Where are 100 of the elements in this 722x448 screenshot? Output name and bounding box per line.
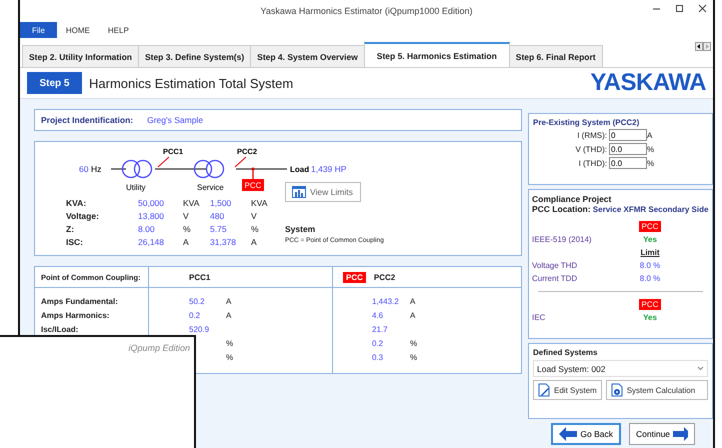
unit: %: [410, 353, 418, 362]
table-cell-text: 0.3: [372, 353, 384, 362]
unit: A: [251, 237, 258, 247]
unit: V: [251, 211, 258, 221]
unit: A: [226, 297, 232, 306]
input-field[interactable]: 0.0: [609, 157, 647, 169]
unit: %: [226, 339, 234, 348]
unit: KVA: [251, 198, 268, 208]
view-limits-button[interactable]: View Limits: [285, 182, 361, 202]
unit: A: [410, 311, 416, 320]
panel-title: Defined Systems: [533, 348, 598, 357]
unit: %: [647, 144, 656, 154]
table-cell-text: 21.7: [372, 325, 389, 334]
menu-item[interactable]: File: [20, 22, 57, 38]
column-header: PCC2: [374, 272, 396, 282]
row-label: Amps Fundamental:: [41, 297, 118, 306]
go-back-button[interactable]: Go Back: [551, 423, 621, 445]
limit-value: 8.0 %: [640, 261, 660, 270]
tab[interactable]: Step 2. Utility Information: [22, 45, 139, 67]
table-cell-text: 4.6: [372, 311, 384, 320]
row-label: Amps Harmonics:: [41, 311, 110, 320]
unit: A: [647, 130, 654, 140]
limit-label: Current TDD: [532, 274, 578, 283]
field-label: V (THD):: [574, 144, 607, 154]
pcc-marker: [158, 156, 170, 168]
row-label: Isc/ILoad:: [41, 325, 78, 334]
transformer-icon: [194, 160, 224, 178]
bar-chart-icon: [292, 186, 306, 198]
utility-value: 50,000: [138, 198, 165, 208]
load-label: Load: [290, 165, 310, 174]
table-cell-text: 1,443.2: [372, 297, 400, 306]
field-value: Service XFMR Secondary Side: [592, 205, 708, 214]
result-value: Yes: [643, 313, 657, 322]
scroll-left-icon[interactable]: [695, 42, 703, 51]
edit-icon: [538, 383, 550, 397]
transformer-label: Service: [197, 183, 224, 192]
window-title: Yaskawa Harmonics Estimator (iQpump1000 Edition): [260, 6, 472, 16]
panel-title: Compliance Project: [532, 194, 612, 204]
edition-caption: iQpump Edition: [128, 343, 190, 353]
standard-label: IEEE-519 (2014): [532, 235, 593, 244]
row-label: KVA:: [66, 198, 88, 208]
service-value: 31,378: [210, 237, 237, 247]
unit: Hz: [91, 164, 102, 174]
unit: %: [647, 158, 656, 168]
tab[interactable]: Step 4. System Overview: [250, 45, 365, 67]
service-value: 480: [210, 211, 226, 221]
menu-item[interactable]: HELP: [98, 22, 138, 38]
table-cell-text: 0.2: [372, 339, 384, 348]
field-value: Greg's Sample: [147, 115, 204, 125]
unit: V: [183, 211, 190, 221]
service-value: 5.75: [210, 224, 228, 234]
unit: KVA: [183, 198, 200, 208]
page-title: Harmonics Estimation Total System: [89, 76, 294, 90]
field-label: Project Indentification:: [41, 115, 134, 125]
continue-button[interactable]: Continue: [629, 423, 695, 445]
system-calculation-button[interactable]: System Calculation: [606, 380, 708, 400]
column-header: Limit: [640, 248, 660, 257]
chevron-down-icon: [697, 366, 704, 371]
column-header: PCC1: [189, 272, 210, 282]
row-label: ISC:: [66, 237, 84, 247]
unit: A: [226, 311, 232, 320]
input-field[interactable]: 0.0: [609, 143, 647, 155]
menu-item[interactable]: HOME: [56, 22, 99, 38]
row-label: Z:: [66, 224, 76, 234]
standard-label: IEC: [532, 313, 546, 322]
logo: YASKAWA: [590, 69, 706, 97]
table-cell-text: 50.2: [189, 297, 206, 306]
load-value: 1,439 HP: [311, 164, 346, 174]
step-badge: Step 5: [27, 72, 82, 94]
limit-label: Voltage THD: [532, 261, 578, 270]
table-cell-text: 0.2: [189, 311, 202, 320]
arrow-right-icon: [673, 427, 688, 441]
unit: %: [183, 224, 192, 234]
maximize-icon[interactable]: [675, 4, 684, 13]
unit: A: [183, 237, 190, 247]
unit: %: [226, 353, 234, 362]
utility-value: 26,148: [138, 237, 165, 247]
tab[interactable]: Step 3. Define System(s): [138, 45, 252, 67]
unit: %: [251, 224, 260, 234]
field-label: PCC Location:: [532, 204, 591, 214]
pcc-tag: PCC: [638, 221, 662, 232]
document-gear-icon: [610, 383, 623, 397]
unit: %: [410, 339, 418, 348]
table-cell-text: 520.9: [189, 325, 210, 334]
tab[interactable]: Step 6. Final Report: [508, 45, 603, 67]
utility-value: 8.00: [138, 224, 156, 234]
panel-title: Pre-Existing System (PCC2): [533, 118, 640, 127]
pcc-tag: PCC: [343, 272, 366, 282]
limit-value: 8.0 %: [640, 274, 660, 283]
transformer-label: Utility: [126, 183, 146, 192]
field-label: I (THD):: [578, 158, 607, 168]
frequency-value: 60: [79, 164, 88, 174]
service-value: 1,500: [210, 198, 232, 208]
edit-system-button[interactable]: Edit System: [533, 380, 602, 400]
system-heading: System: [285, 224, 316, 234]
system-dropdown[interactable]: Load System: 002: [533, 360, 708, 377]
pcc-marker: [234, 156, 246, 168]
input-field[interactable]: 0: [609, 129, 647, 141]
close-icon[interactable]: [698, 4, 707, 13]
utility-value: 13,800: [138, 211, 165, 221]
